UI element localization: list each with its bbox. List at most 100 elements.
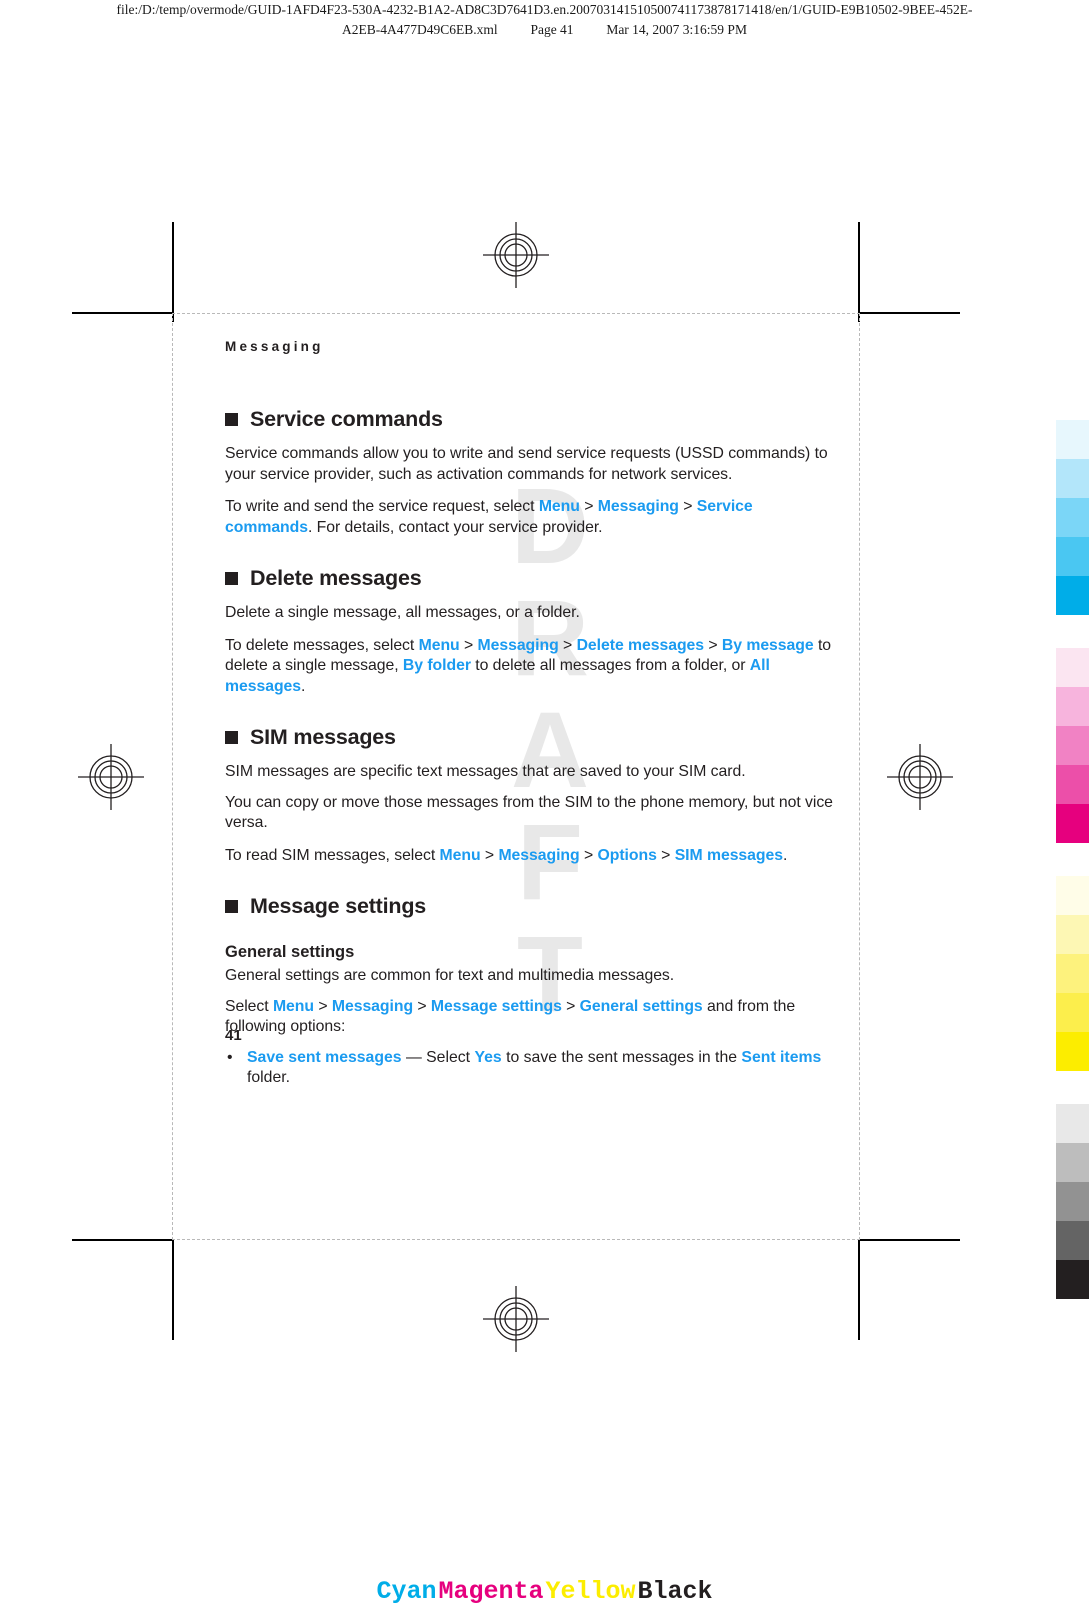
link-by-message[interactable]: By message — [722, 637, 814, 654]
heading-message-settings-label: Message settings — [250, 894, 427, 918]
swatch-yellow-3 — [1056, 954, 1089, 993]
print-banner-page: Page 41 — [530, 22, 574, 37]
swatch-yellow-4 — [1056, 993, 1089, 1032]
cmyk-label-magenta: Magenta — [438, 1577, 544, 1606]
swatch-cyan-5 — [1056, 576, 1089, 615]
page-number: 41 — [225, 1026, 242, 1044]
bullet-dot-icon: • — [227, 1048, 233, 1066]
crop-mark-top-left-horizontal — [72, 312, 172, 314]
crop-mark-bottom-left-horizontal — [72, 1239, 172, 1241]
paragraph-service-commands-path: To write and send the service request, s… — [225, 497, 833, 538]
color-group-black — [1056, 1104, 1089, 1299]
link-yes[interactable]: Yes — [474, 1049, 501, 1066]
heading-service-commands-label: Service commands — [250, 407, 443, 431]
swatch-cyan-4 — [1056, 537, 1089, 576]
link-messaging[interactable]: Messaging — [332, 998, 413, 1015]
registration-mark-top — [483, 222, 549, 288]
link-messaging[interactable]: Messaging — [478, 637, 559, 654]
text-mid: to delete all messages from a folder, or — [470, 657, 750, 674]
link-options[interactable]: Options — [598, 847, 657, 864]
swatch-cyan-3 — [1056, 498, 1089, 537]
registration-mark-right — [887, 744, 953, 810]
color-group-cyan — [1056, 420, 1089, 615]
text-pre: To read SIM messages, select — [225, 846, 440, 864]
text-pre: To delete messages, select — [225, 636, 419, 654]
heading-sim-messages: SIM messages — [225, 725, 833, 749]
swatch-yellow-5 — [1056, 1032, 1089, 1071]
path-separator: > — [459, 636, 478, 654]
list-general-settings-options: • Save sent messages — Select Yes to save… — [225, 1048, 833, 1089]
print-banner-filename: A2EB-4A477D49C6EB.xml — [342, 22, 498, 37]
link-messaging[interactable]: Messaging — [498, 847, 579, 864]
square-bullet-icon — [225, 730, 238, 744]
print-banner-url: file:/D:/temp/overmode/GUID-1AFD4F23-530… — [116, 2, 973, 17]
link-general-settings[interactable]: General settings — [580, 998, 703, 1015]
link-sim-messages[interactable]: SIM messages — [675, 847, 783, 864]
link-menu[interactable]: Menu — [539, 498, 580, 515]
path-separator: > — [558, 636, 577, 654]
link-messaging[interactable]: Messaging — [598, 498, 679, 515]
paragraph-sim-messages-copy: You can copy or move those messages from… — [225, 793, 833, 832]
registration-mark-left — [78, 744, 144, 810]
text-mid: to save the sent messages in the — [501, 1048, 742, 1066]
link-sent-items[interactable]: Sent items — [741, 1049, 821, 1066]
color-group-yellow — [1056, 876, 1089, 1071]
text-pre: Select — [225, 997, 273, 1015]
text-post: . For details, contact your service prov… — [308, 518, 603, 536]
list-item: • Save sent messages — Select Yes to save… — [225, 1048, 833, 1089]
crop-mark-top-right-horizontal — [860, 312, 960, 314]
link-by-folder[interactable]: By folder — [403, 657, 471, 674]
text-post: folder. — [247, 1069, 291, 1086]
link-menu[interactable]: Menu — [273, 998, 314, 1015]
path-separator: > — [579, 846, 598, 864]
swatch-magenta-5 — [1056, 804, 1089, 843]
link-message-settings[interactable]: Message settings — [431, 998, 562, 1015]
paragraph-sim-messages-path: To read SIM messages, select Menu > Mess… — [225, 846, 833, 867]
path-separator: > — [413, 997, 431, 1015]
swatch-black-2 — [1056, 1143, 1089, 1182]
swatch-magenta-2 — [1056, 687, 1089, 726]
paragraph-delete-messages-path: To delete messages, select Menu > Messag… — [225, 636, 833, 698]
text-post: . — [301, 677, 306, 695]
cmyk-plate-label: CyanMagentaYellowBlack — [0, 1577, 1089, 1606]
swatch-black-4 — [1056, 1221, 1089, 1260]
swatch-cyan-1 — [1056, 420, 1089, 459]
link-save-sent-messages[interactable]: Save sent messages — [247, 1049, 402, 1066]
swatch-magenta-1 — [1056, 648, 1089, 687]
swatch-yellow-1 — [1056, 876, 1089, 915]
running-head: Messaging — [225, 339, 324, 354]
color-control-strip — [1056, 420, 1089, 1332]
paragraph-service-commands-intro: Service commands allow you to write and … — [225, 445, 828, 483]
color-group-magenta — [1056, 648, 1089, 843]
swatch-black-3 — [1056, 1182, 1089, 1221]
text-mid: — Select — [401, 1048, 475, 1066]
text-pre: To write and send the service request, s… — [225, 498, 539, 515]
print-banner-date: Mar 14, 2007 3:16:59 PM — [606, 22, 747, 37]
swatch-magenta-3 — [1056, 726, 1089, 765]
swatch-black-1 — [1056, 1104, 1089, 1143]
text-post: . — [782, 846, 788, 864]
page-body: Service commands Service commands allow … — [225, 407, 833, 1089]
path-separator: > — [480, 846, 499, 864]
square-bullet-icon — [225, 571, 238, 585]
cmyk-label-cyan: Cyan — [376, 1577, 437, 1606]
link-menu[interactable]: Menu — [419, 637, 460, 654]
path-separator: > — [656, 846, 675, 864]
print-banner-meta: A2EB-4A477D49C6EB.xml Page 41 Mar 14, 20… — [0, 20, 1089, 40]
cmyk-label-yellow: Yellow — [545, 1577, 636, 1606]
paragraph-delete-messages-intro: Delete a single message, all messages, o… — [225, 604, 580, 621]
crop-mark-bottom-right-vertical — [858, 1240, 860, 1340]
heading-message-settings: Message settings — [225, 894, 833, 918]
paragraph-sim-messages-intro: SIM messages are specific text messages … — [225, 763, 746, 780]
path-separator: > — [561, 997, 580, 1015]
path-separator: > — [704, 636, 722, 654]
link-menu[interactable]: Menu — [440, 847, 481, 864]
print-banner: file:/D:/temp/overmode/GUID-1AFD4F23-530… — [0, 0, 1089, 40]
swatch-black-5 — [1056, 1260, 1089, 1299]
swatch-cyan-2 — [1056, 459, 1089, 498]
registration-mark-bottom — [483, 1286, 549, 1352]
subheading-general-settings: General settings — [225, 943, 355, 961]
square-bullet-icon — [225, 412, 238, 426]
heading-delete-messages-label: Delete messages — [250, 566, 422, 590]
link-delete-messages[interactable]: Delete messages — [577, 637, 705, 654]
